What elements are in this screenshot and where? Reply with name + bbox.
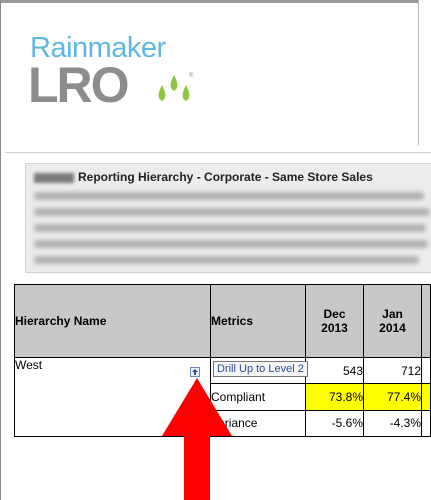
metric-value-stub — [421, 409, 431, 438]
rainmaker-lro-logo: Rainmaker LRO ® — [28, 33, 200, 113]
header-next-month — [421, 284, 431, 358]
window-left-border — [0, 0, 1, 500]
header-hierarchy-name: Hierarchy Name — [14, 284, 211, 358]
header-month-label: Jan — [382, 307, 403, 321]
header-month-jan-2014: Jan 2014 — [363, 284, 422, 358]
registered-mark: ® — [189, 72, 194, 79]
header-month-dec-2013: Dec 2013 — [305, 284, 364, 358]
redacted-description — [34, 192, 430, 272]
red-pointer-arrow — [162, 378, 232, 500]
window-top-border — [0, 0, 418, 3]
metric-value: 543 — [305, 356, 364, 385]
metric-value-stub — [421, 383, 431, 411]
metric-value-highlight: 73.8% — [305, 383, 364, 411]
water-drops-icon: ® — [158, 72, 194, 101]
metric-value: -4.3% — [363, 409, 422, 438]
drill-up-icon[interactable] — [190, 367, 200, 377]
report-title-text: Reporting Hierarchy - Corporate - Same S… — [78, 170, 373, 184]
window-right-border — [418, 0, 419, 145]
header-divider — [5, 152, 431, 153]
metric-value-stub — [421, 356, 431, 385]
drill-up-tooltip: Drill Up to Level 2 — [213, 361, 308, 377]
logo-lro-text: LRO — [28, 57, 130, 113]
header-year-label: 2014 — [379, 321, 406, 335]
report-title: Reporting Hierarchy - Corporate - Same S… — [34, 170, 373, 184]
header-month-label: Dec — [323, 307, 346, 321]
redacted-company-name — [34, 172, 74, 183]
metric-value-highlight: 77.4% — [363, 383, 422, 411]
report-description-panel: Reporting Hierarchy - Corporate - Same S… — [25, 163, 431, 273]
header-metrics: Metrics — [210, 284, 306, 358]
metric-value: -5.6% — [305, 409, 364, 438]
metric-value: 712 — [363, 356, 422, 385]
table-header-row: Hierarchy Name Metrics Dec 2013 Jan 2014 — [14, 284, 431, 358]
header-year-label: 2013 — [321, 321, 348, 335]
hierarchy-name-west[interactable]: West — [15, 358, 42, 372]
